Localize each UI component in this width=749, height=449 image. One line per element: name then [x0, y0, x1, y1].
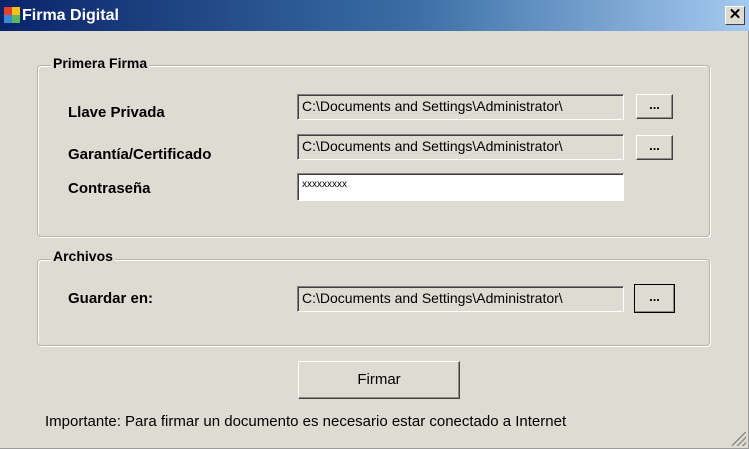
garantia-certificado-path-field[interactable]: C:\Documents and Settings\Administrator\: [297, 134, 624, 160]
internet-required-note: Importante: Para firmar un documento es …: [45, 413, 567, 430]
resize-grip-icon[interactable]: [732, 432, 746, 446]
firma-digital-dialog: Firma Digital ✕ Primera Firma Llave Priv…: [0, 0, 749, 449]
primera-firma-legend: Primera Firma: [51, 55, 150, 71]
contrasena-label: Contraseña: [68, 180, 151, 197]
close-button[interactable]: ✕: [725, 6, 745, 25]
title-bar[interactable]: Firma Digital ✕: [0, 0, 749, 31]
window-title: Firma Digital: [22, 7, 119, 24]
guardar-en-label: Guardar en:: [68, 290, 154, 307]
close-icon: ✕: [728, 6, 742, 23]
garantia-certificado-browse-button[interactable]: ...: [636, 135, 673, 160]
archivos-legend: Archivos: [51, 248, 115, 264]
llave-privada-label: Llave Privada: [68, 104, 165, 121]
llave-privada-browse-button[interactable]: ...: [636, 94, 673, 119]
garantia-certificado-label: Garantía/Certificado: [68, 146, 212, 163]
app-window-icon: [4, 7, 20, 23]
guardar-en-path-field[interactable]: C:\Documents and Settings\Administrator\: [297, 286, 624, 312]
llave-privada-path-field[interactable]: C:\Documents and Settings\Administrator\: [297, 94, 624, 120]
firmar-button[interactable]: Firmar: [298, 361, 460, 399]
guardar-en-browse-button[interactable]: ...: [634, 284, 675, 313]
contrasena-password-field[interactable]: xxxxxxxxx: [297, 173, 624, 201]
